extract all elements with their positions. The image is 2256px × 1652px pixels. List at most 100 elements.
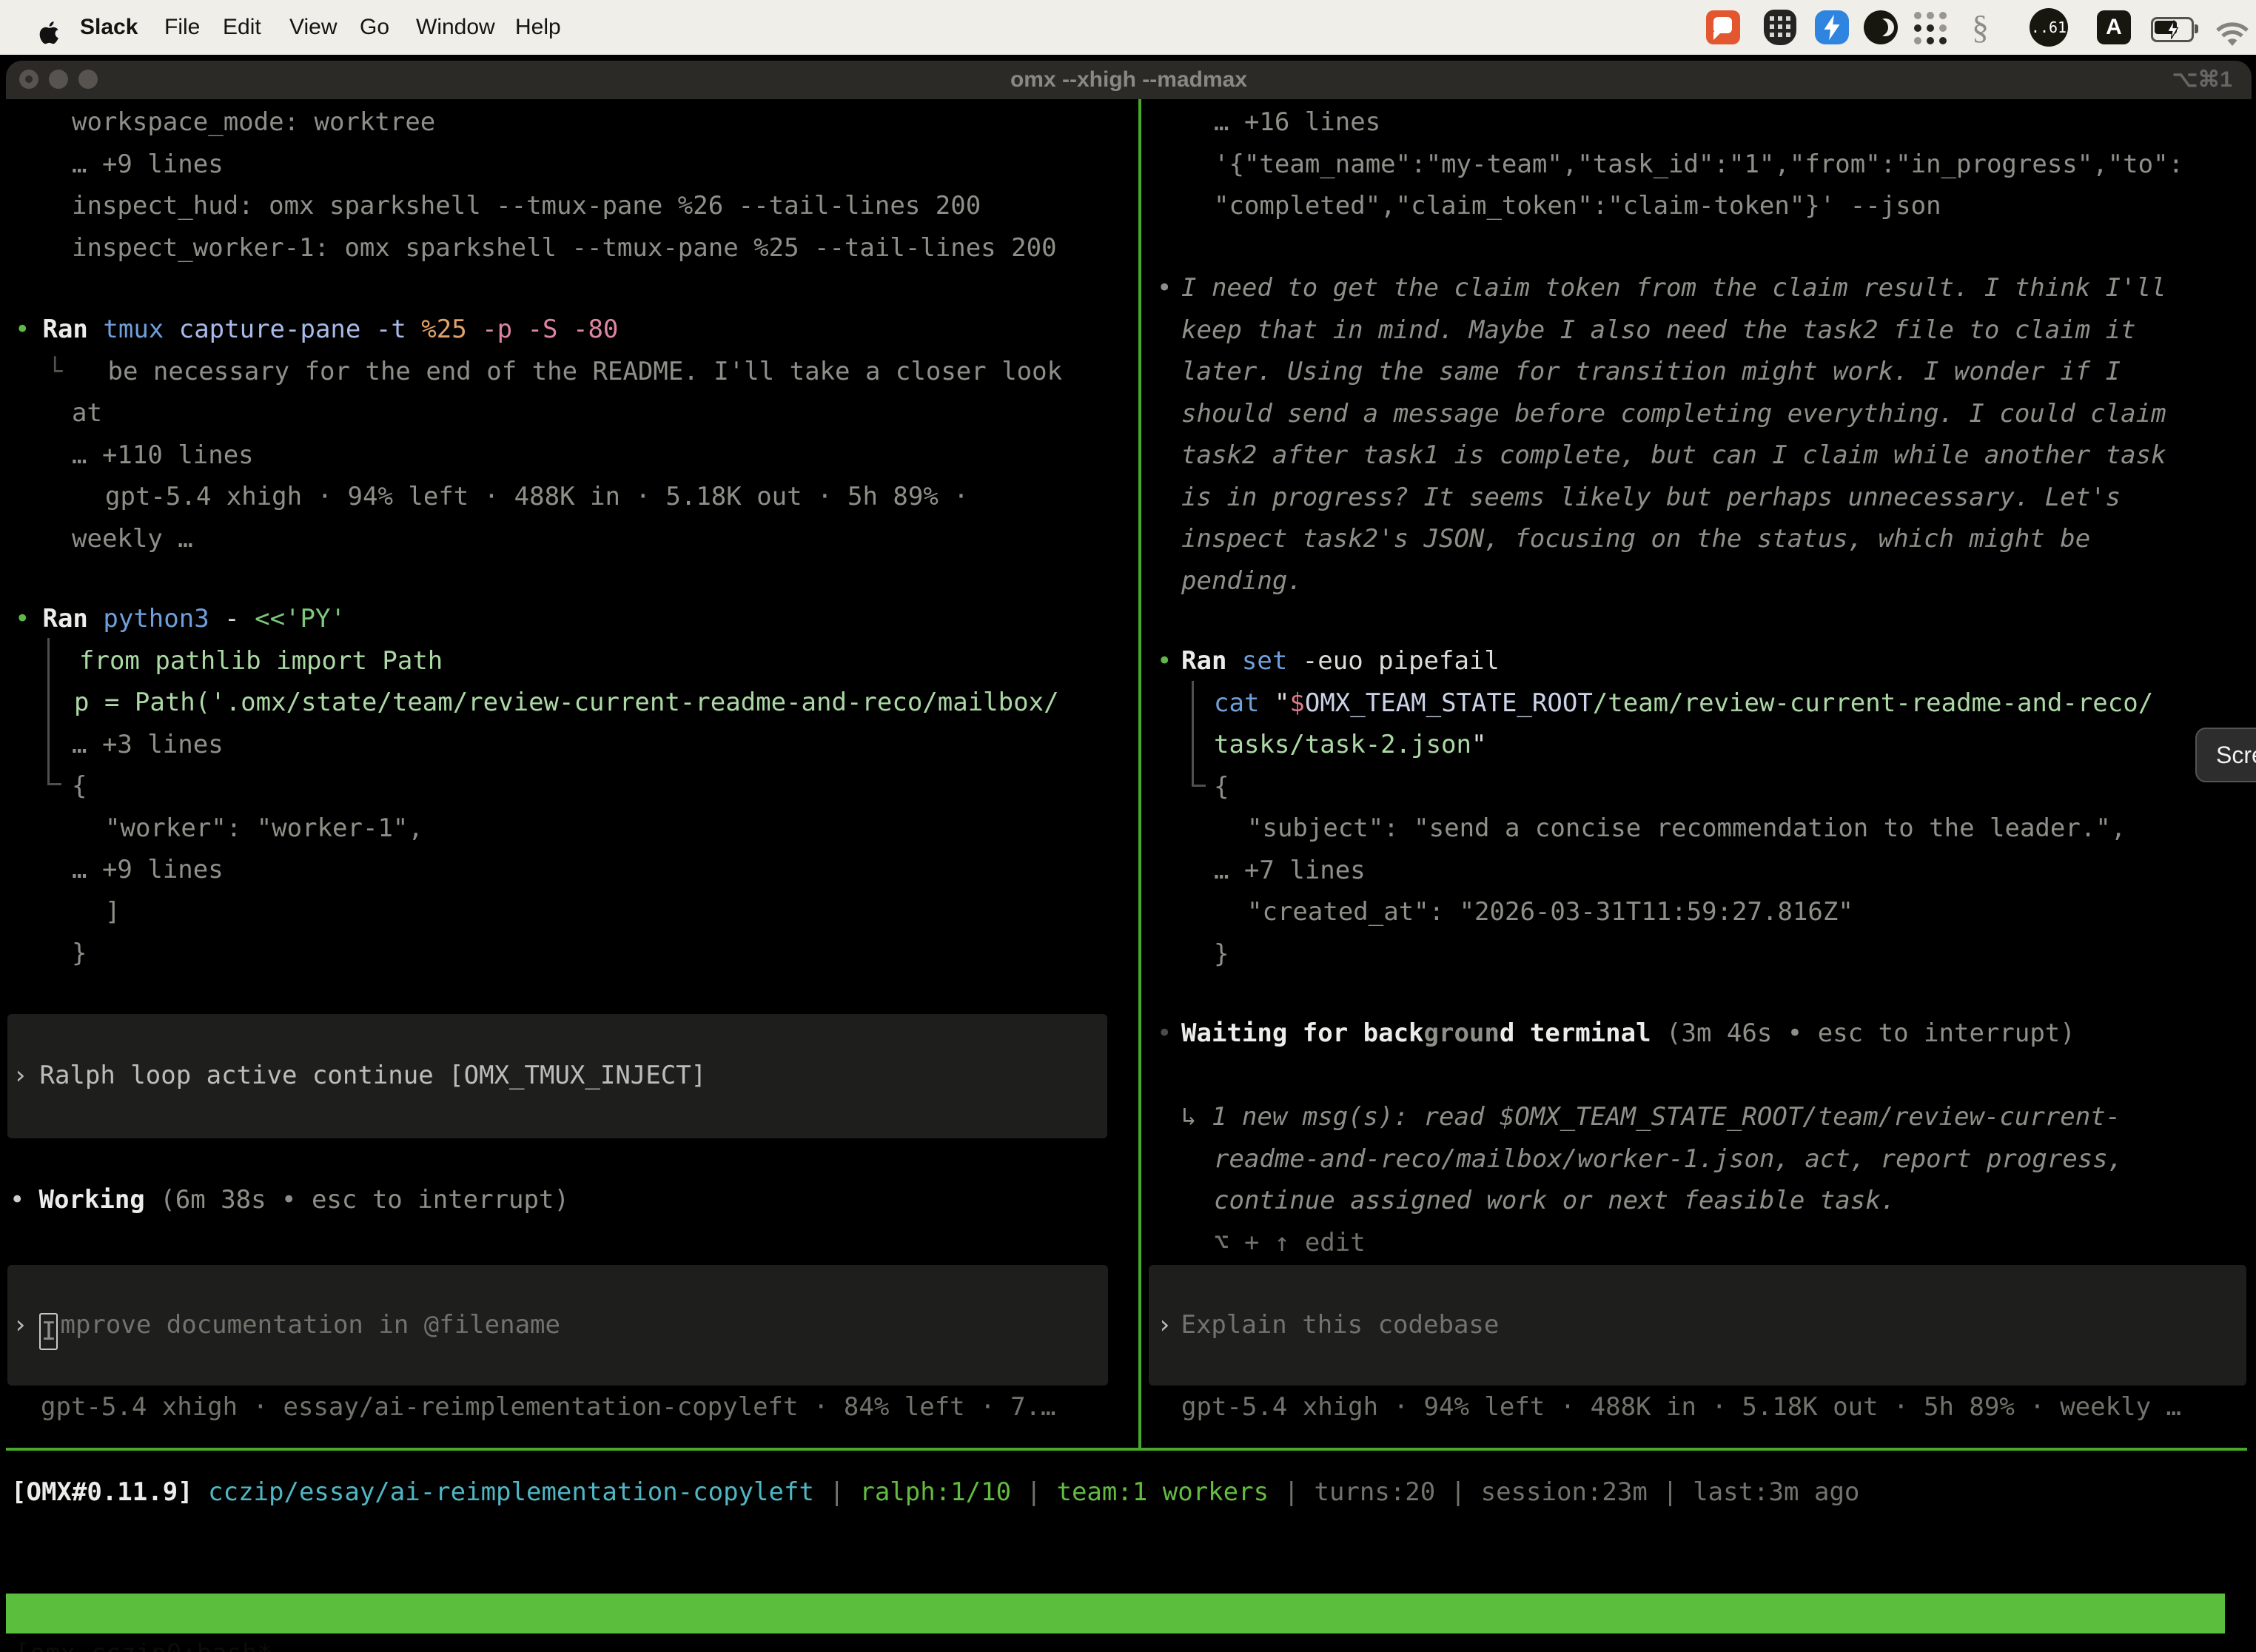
prompt-chevron-icon: › (1157, 1310, 1172, 1340)
window-title: omx --xhigh --madmax (6, 61, 2252, 99)
left-input-line[interactable]: ›Improve documentation in @filename (13, 1304, 560, 1350)
prompt-chevron-icon: › (13, 1310, 27, 1340)
window-shortcut-label: ⌥⌘1 (2172, 61, 2232, 99)
command-line: •Ran set -euo pipefail (1157, 640, 2153, 682)
status-bullet-icon: • (1157, 1013, 1181, 1055)
percent-badge-icon[interactable]: ..61 (2030, 8, 2068, 47)
output-line: gpt-5.4 xhigh · 94% left · 488K in · 5.1… (15, 476, 1062, 518)
msg-line: continue assigned work or next feasible … (1157, 1180, 2123, 1222)
output-line: … +7 lines (1157, 850, 2153, 892)
input-placeholder: Explain this codebase (1172, 1310, 1499, 1340)
msg-line: ↳ 1 new msg(s): read $OMX_TEAM_STATE_ROO… (1157, 1096, 2123, 1138)
cmd-token: OMX_TEAM_STATE_ROOT (1305, 688, 1593, 718)
separator: | (1269, 1477, 1314, 1507)
log-line: workspace_mode: worktree (72, 101, 1057, 144)
apple-menu-icon[interactable] (38, 13, 61, 68)
thinking-line: •I need to get the claim token from the … (1157, 267, 2166, 309)
log-line: inspect_hud: omx sparkshell --tmux-pane … (72, 185, 1057, 227)
menu-item-help[interactable]: Help (515, 0, 561, 55)
space (193, 1477, 208, 1507)
cmd-token: python3 (103, 604, 224, 634)
ran-python-block: •Ran python3 - <<'PY' from pathlib impor… (15, 598, 1059, 975)
cmd-token: tmux (103, 315, 178, 344)
working-status-line: •Working (6m 38s • esc to interrupt) (10, 1179, 569, 1221)
ran-cat-block: •Ran set -euo pipefail cat "$OMX_TEAM_ST… (1157, 640, 2153, 975)
ran-tmux-block: •Ran tmux capture-pane -t %25 -p -S -80 … (15, 309, 1062, 560)
input-source-label: A (2106, 15, 2122, 39)
separator: | (1011, 1477, 1056, 1507)
screen: Slack File Edit View Go Window Help § ..… (0, 0, 2256, 1652)
msg-line: readme-and-reco/mailbox/worker-1.json, a… (1157, 1138, 2123, 1181)
cmd-token: capture-pane (179, 315, 376, 344)
thinking-line: keep that in mind. Maybe I also need the… (1157, 309, 2166, 352)
menu-item-view[interactable]: View (289, 0, 337, 55)
cmd-token: tasks/task-2.json (1214, 730, 1471, 759)
tmux-window-label[interactable]: [omx-cczip0:bash* (15, 1633, 272, 1652)
separator: | (814, 1477, 859, 1507)
text-cursor: I (39, 1313, 58, 1350)
pane-bottom-border (6, 1448, 2247, 1451)
lightning-app-icon[interactable] (1815, 10, 1849, 44)
chat-app-icon[interactable] (1706, 10, 1740, 44)
output-line: { (15, 765, 1059, 807)
output-line: "created_at": "2026-03-31T11:59:27.816Z" (1157, 891, 2153, 933)
window-title-bar[interactable]: omx --xhigh --madmax ⌥⌘1 (6, 61, 2252, 99)
battery-icon[interactable] (2151, 17, 2194, 42)
output-line: … +110 lines (15, 434, 1062, 477)
log-line: '{"team_name":"my-team","task_id":"1","f… (1214, 144, 2183, 186)
omx-version-badge: [OMX#0.11.9] (11, 1477, 193, 1507)
output-line: "worker": "worker-1", (15, 807, 1059, 850)
log-line: "completed","claim_token":"claim-token"}… (1214, 185, 2183, 227)
tmux-status-bar: [omx-cczip0:bash* "MacBook-Pro-44.local"… (6, 1594, 2225, 1633)
right-pane: … +16 lines '{"team_name":"my-team","tas… (1141, 99, 2256, 1448)
run-bullet-icon: • (15, 604, 30, 634)
cmd-token: - (224, 604, 255, 634)
crescent-app-icon[interactable] (1864, 10, 1898, 44)
cmd-token: cat (1214, 688, 1275, 718)
thinking-block: •I need to get the claim token from the … (1157, 267, 2166, 602)
battery-nub (2195, 24, 2198, 33)
left-session-status: gpt-5.4 xhigh · essay/ai-reimplementatio… (41, 1386, 1055, 1428)
run-bullet-icon: • (15, 315, 30, 344)
keypad-grid (1770, 16, 1790, 37)
menu-item-go[interactable]: Go (360, 0, 389, 55)
output-line: } (15, 933, 1059, 975)
menu-item-file[interactable]: File (164, 0, 200, 55)
chat-bubble-shape (1713, 17, 1732, 33)
crescent-mask (1870, 19, 1888, 36)
cmd-token: $ (1289, 688, 1304, 718)
right-session-status: gpt-5.4 xhigh · 94% left · 488K in · 5.1… (1181, 1386, 2181, 1428)
menu-item-window[interactable]: Window (416, 0, 495, 55)
waiting-label: Waiting for back (1181, 1018, 1424, 1048)
right-log-head: … +16 lines '{"team_name":"my-team","tas… (1214, 101, 2183, 227)
right-input-line[interactable]: ›Explain this codebase (1157, 1304, 1499, 1346)
screen-share-tooltip: Scre (2195, 728, 2256, 782)
output-text: be necessary for the end of the README. … (62, 357, 1062, 386)
input-source-icon[interactable]: A (2097, 10, 2131, 44)
waiting-label: d terminal (1500, 1018, 1651, 1048)
thinking-line: inspect task2's JSON, focusing on the st… (1157, 518, 2166, 560)
mailbox-msg-block: ↳ 1 new msg(s): read $OMX_TEAM_STATE_ROO… (1157, 1096, 2123, 1263)
code-line: from pathlib import Path (15, 640, 1059, 682)
thinking-bullet-icon: • (1157, 267, 1181, 309)
waiting-status-line: •Waiting for background terminal (3m 46s… (1157, 1013, 2075, 1055)
left-pane: workspace_mode: worktree … +9 lines insp… (6, 99, 1138, 1448)
squiggle-app-icon[interactable]: § (1972, 0, 1989, 55)
grid-dots-icon[interactable] (1914, 12, 1947, 44)
code-line: p = Path('.omx/state/team/review-current… (15, 682, 1059, 724)
command-line: cat "$OMX_TEAM_STATE_ROOT/team/review-cu… (1157, 682, 2153, 725)
status-bullet-icon: • (10, 1185, 24, 1215)
cmd-token: -p -S -80 (482, 315, 618, 344)
msg-text: 1 new msg(s): read $OMX_TEAM_STATE_ROOT/… (1212, 1102, 2121, 1132)
thinking-line: pending. (1157, 560, 2166, 602)
thinking-text: I need to get the claim token from the c… (1181, 273, 2166, 303)
command-line: tasks/task-2.json" (1157, 724, 2153, 766)
command-line: •Ran python3 - <<'PY' (15, 598, 1059, 640)
prompt-chevron-icon: › (13, 1061, 27, 1090)
thinking-line: should send a message before completing … (1157, 393, 2166, 435)
menu-item-edit[interactable]: Edit (223, 0, 261, 55)
command-line: •Ran tmux capture-pane -t %25 -p -S -80 (15, 309, 1062, 351)
password-manager-icon[interactable] (1764, 10, 1796, 45)
menu-app-name[interactable]: Slack (80, 0, 138, 55)
ran-label: Ran (1181, 646, 1242, 676)
